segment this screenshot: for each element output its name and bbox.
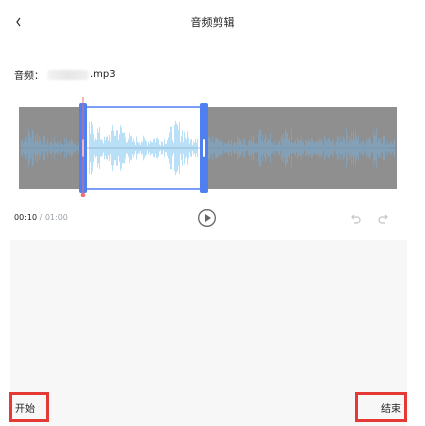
redo-icon: [378, 214, 388, 224]
page-title: 音频剪辑: [190, 16, 235, 29]
waveform-canvas[interactable]: [19, 97, 397, 197]
end-button[interactable]: 结束: [355, 392, 407, 422]
audio-edit-page: 音频剪辑 音频： .mp3 00:10 / 01:00 开始 结束: [0, 0, 425, 426]
current-time: 00:10: [14, 213, 38, 222]
start-label: 开始: [15, 403, 35, 415]
redo-button[interactable]: [377, 212, 391, 226]
waveform-editor[interactable]: [19, 97, 397, 197]
total-time: 01:00: [44, 213, 68, 222]
selection-end-handle[interactable]: [200, 103, 208, 193]
playback-controls: 00:10 / 01:00: [14, 207, 411, 231]
undo-button[interactable]: [348, 212, 362, 226]
undo-icon: [351, 214, 361, 224]
file-label: 音频：: [14, 71, 44, 82]
file-extension: .mp3: [90, 69, 116, 80]
file-name-blurred: [47, 69, 89, 80]
file-name-row: 音频： .mp3: [14, 67, 116, 82]
content-panel: [10, 240, 407, 426]
start-button[interactable]: 开始: [9, 392, 49, 422]
play-button[interactable]: [197, 208, 217, 228]
end-label: 结束: [381, 403, 401, 415]
time-display: 00:10 / 01:00: [14, 213, 68, 222]
time-separator: /: [37, 213, 45, 222]
playhead-marker: [80, 192, 86, 197]
handle-grip: [203, 139, 205, 157]
play-circle-icon: [198, 209, 216, 227]
